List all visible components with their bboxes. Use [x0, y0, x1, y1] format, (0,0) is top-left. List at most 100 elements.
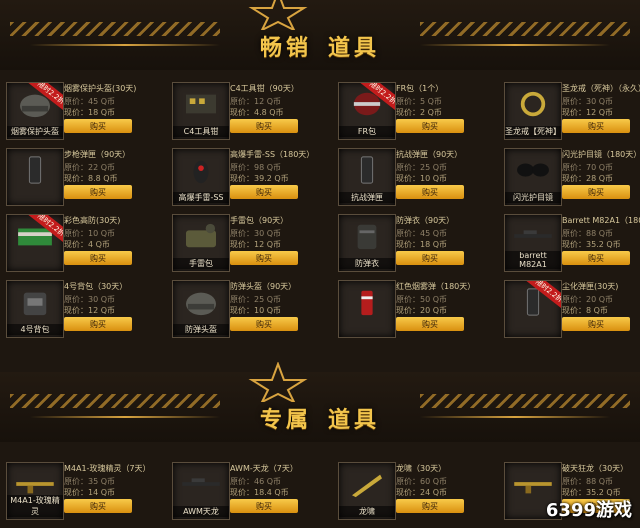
buy-button[interactable]: 购买	[230, 317, 298, 331]
item-thumbnail[interactable]: 手雷包	[172, 214, 230, 272]
buy-button[interactable]: 购买	[562, 185, 630, 199]
item-caption: 防弹衣	[339, 258, 395, 269]
item-card: 限时2.2折 尘化弹匣(30天) 原价：20 Q币 现价：8 Q币 购买	[500, 280, 640, 346]
original-price: 原价：35 Q币	[64, 477, 116, 486]
current-price: 现价：10 Q币	[396, 174, 448, 183]
item-name: 抗战弹匣（90天）	[396, 150, 463, 159]
item-card: 抗战弹匣 抗战弹匣（90天） 原价：25 Q币 现价：10 Q币购买	[334, 148, 494, 214]
sniper-icon	[182, 478, 220, 486]
item-caption: 龙啸	[339, 506, 395, 517]
buy-button[interactable]: 购买	[230, 499, 298, 513]
item-card: 红色烟雾弹（180天） 原价：50 Q币 现价：20 Q币 购买	[334, 280, 494, 346]
item-card: 闪光护目镜 闪光护目镜（180天） 原价：70 Q币 现价：28 Q币购买	[500, 148, 640, 214]
item-thumbnail[interactable]: FR包 限时2.2折	[338, 82, 396, 140]
original-price: 原价：30 Q币	[230, 229, 282, 238]
buy-button[interactable]: 购买	[396, 119, 464, 133]
knife-icon	[352, 474, 382, 498]
buy-button[interactable]: 购买	[396, 317, 464, 331]
item-thumbnail[interactable]: 高爆手雷-SS	[172, 148, 230, 206]
item-card: 4号背包 4号背包（30天） 原价：30 Q币 现价：12 Q币 购买	[2, 280, 162, 346]
current-price: 现价：28 Q币	[562, 174, 614, 183]
original-price: 原价：45 Q币	[64, 97, 116, 106]
bottom-banner: 专属 道具	[0, 362, 640, 442]
current-price: 现价：12 Q币	[562, 108, 614, 117]
item-name: 步枪弹匣（90天）	[64, 150, 131, 159]
item-caption: C4工具钳	[173, 126, 229, 137]
item-name: C4工具钳（90天）	[230, 84, 299, 93]
star-icon	[248, 362, 308, 402]
buy-button[interactable]: 购买	[230, 185, 298, 199]
original-price: 原价：45 Q币	[396, 229, 448, 238]
item-thumbnail[interactable]: 烟雾保护头盔 限时2.2折	[6, 82, 64, 140]
buy-button[interactable]: 购买	[64, 317, 132, 331]
buy-button[interactable]: 购买	[230, 251, 298, 265]
item-name: 尘化弹匣(30天)	[562, 282, 619, 291]
item-name: FR包（1个）	[396, 84, 444, 93]
item-thumbnail[interactable]: 防弹衣	[338, 214, 396, 272]
current-price: 现价：14 Q币	[64, 488, 116, 497]
top-banner: 畅销 道具	[0, 0, 640, 70]
current-price: 现价：18 Q币	[64, 108, 116, 117]
current-price: 现价：12 Q币	[230, 240, 282, 249]
buy-button[interactable]: 购买	[230, 119, 298, 133]
buy-button[interactable]: 购买	[396, 499, 464, 513]
buy-button[interactable]: 购买	[562, 317, 630, 331]
item-thumbnail[interactable]: 抗战弹匣	[338, 148, 396, 206]
item-caption: 烟雾保护头盔	[7, 126, 63, 137]
buy-button[interactable]: 购买	[396, 185, 464, 199]
item-name: 圣龙戒（死神）（永久）	[562, 84, 640, 93]
item-thumbnail[interactable]: M4A1-玫瑰精灵	[6, 462, 64, 520]
current-price: 现价：39.2 Q币	[230, 174, 289, 183]
vest-icon	[357, 224, 377, 250]
pliers-icon	[186, 94, 216, 114]
buy-button[interactable]: 购买	[64, 499, 132, 513]
item-thumbnail[interactable]: 限时2.2折	[504, 280, 562, 338]
buy-button[interactable]: 购买	[64, 119, 132, 133]
item-name: 4号背包（30天）	[64, 282, 128, 291]
item-thumbnail[interactable]: C4工具钳	[172, 82, 230, 140]
rifle-icon	[514, 482, 552, 494]
item-caption: barrett M82A1	[505, 251, 561, 269]
item-caption: M4A1-玫瑰精灵	[7, 495, 63, 517]
item-card: 防弹头盔 防弹头盔（90天） 原价：25 Q币 现价：10 Q币 购买	[168, 280, 328, 346]
helmet-icon	[186, 292, 216, 316]
item-card: M4A1-玫瑰精灵 M4A1-玫瑰精灵（7天） 原价：35 Q币 现价：14 Q币 购买	[2, 462, 162, 528]
item-thumbnail[interactable]: 限时2.2折	[6, 214, 64, 272]
item-name: 闪光护目镜（180天）	[562, 150, 640, 159]
item-name: 高爆手雷-SS（180天）	[230, 150, 315, 159]
current-price: 现价：10 Q币	[230, 306, 282, 315]
original-price: 原价：25 Q币	[230, 295, 282, 304]
current-price: 现价：24 Q币	[396, 488, 448, 497]
grenade-bag-icon	[186, 223, 216, 248]
goggles-icon	[517, 163, 549, 177]
buy-button[interactable]: 购买	[64, 185, 132, 199]
star-icon	[248, 0, 308, 30]
item-thumbnail[interactable]: barrett M82A1	[504, 214, 562, 272]
current-price: 现价：2 Q币	[396, 108, 442, 117]
item-thumbnail[interactable]: 4号背包	[6, 280, 64, 338]
item-thumbnail[interactable]	[338, 280, 396, 338]
item-card: 烟雾保护头盔 限时2.2折 烟雾保护头盔(30天) 原价：45 Q币 现价：18 Q币购…	[2, 82, 162, 148]
buy-button[interactable]: 购买	[64, 251, 132, 265]
buy-button[interactable]: 购买	[562, 251, 630, 265]
item-caption: 手雷包	[173, 258, 229, 269]
item-card: 圣龙戒【死神】 圣龙戒（死神）（永久） 原价：30 Q币 现价：12 Q币 购买	[500, 82, 640, 148]
ring-icon	[520, 91, 546, 117]
item-card: barrett M82A1 Barrett M82A1（180天） 原价：88 Q币…	[500, 214, 640, 280]
item-thumbnail[interactable]: AWM天龙	[172, 462, 230, 520]
item-grid-bestsellers: 烟雾保护头盔 限时2.2折 烟雾保护头盔(30天) 原价：45 Q币 现价：18 Q币购…	[0, 82, 640, 347]
section-title-exclusive: 专属 道具	[259, 408, 381, 433]
item-thumbnail[interactable]: 圣龙戒【死神】	[504, 82, 562, 140]
item-thumbnail[interactable]: 龙啸	[338, 462, 396, 520]
item-thumbnail[interactable]: 闪光护目镜	[504, 148, 562, 206]
current-price: 现价：20 Q币	[396, 306, 448, 315]
buy-button[interactable]: 购买	[396, 251, 464, 265]
item-thumbnail[interactable]: 防弹头盔	[172, 280, 230, 338]
buy-button[interactable]: 购买	[562, 119, 630, 133]
item-thumbnail[interactable]	[6, 148, 64, 206]
original-price: 原价：25 Q币	[396, 163, 448, 172]
original-price: 原价：20 Q币	[562, 295, 614, 304]
item-name: AWM-天龙（7天）	[230, 464, 298, 473]
original-price: 原价：12 Q币	[230, 97, 282, 106]
original-price: 原价：70 Q币	[562, 163, 614, 172]
